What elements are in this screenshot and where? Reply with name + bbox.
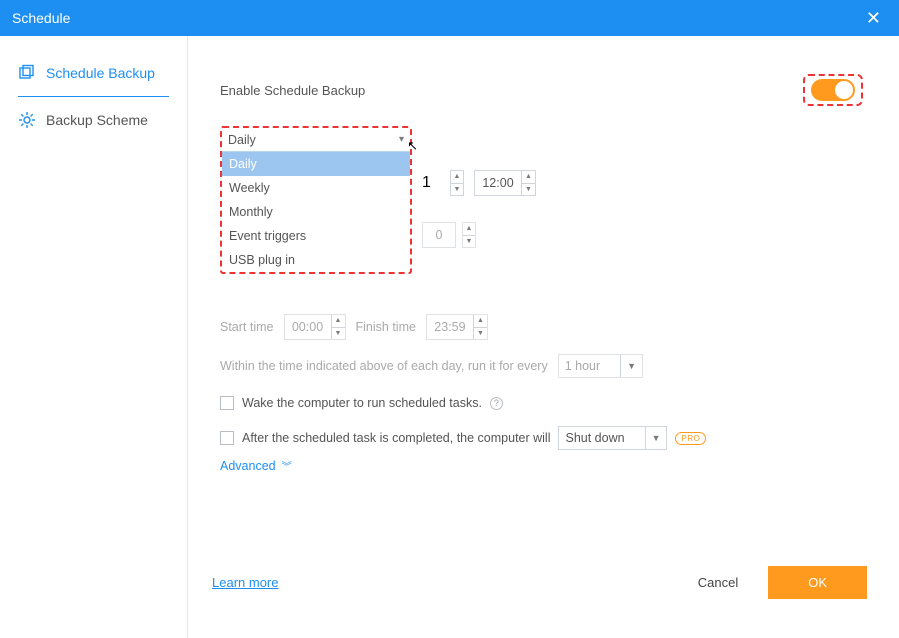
finish-time-value: 23:59 [427,320,473,334]
after-action-value: Shut down [565,431,624,445]
after-row: After the scheduled task is completed, t… [220,426,706,450]
enable-row: Enable Schedule Backup [212,60,871,116]
highlight-frequency-dropdown: Daily ▾ ↖ Daily Weekly Monthly Event tri… [220,126,412,274]
interval-value: 1 hour [565,359,600,373]
finish-time-input[interactable]: 23:59 ▲ ▼ [426,314,488,340]
spinner-down-icon[interactable]: ▼ [451,184,463,196]
sidebar: Schedule Backup Backup Scheme [0,36,188,638]
window-title: Schedule [12,10,860,26]
learn-more-link[interactable]: Learn more [212,575,278,590]
finish-time-label: Finish time [356,320,416,334]
interval-row: Within the time indicated above of each … [220,354,643,378]
spinner-down-icon[interactable]: ▼ [463,236,475,248]
titlebar: Schedule ✕ [0,0,899,36]
spinner-down-icon[interactable]: ▼ [522,184,535,196]
dialog-body: Schedule Backup Backup Scheme Enable Sch… [0,36,899,638]
frequency-option-usb-plugin[interactable]: USB plug in [222,248,410,272]
highlight-toggle [803,74,863,106]
dialog-footer: Learn more Cancel OK [188,554,899,610]
schedule-panel: Enable Schedule Backup Daily ▾ ↖ Daily W… [212,60,871,554]
spinner-up-icon[interactable]: ▲ [522,171,535,184]
start-finish-row: Start time 00:00 ▲ ▼ Finish time 23:59 ▲… [220,314,488,340]
interval-label: Within the time indicated above of each … [220,359,548,373]
cancel-button[interactable]: Cancel [686,567,750,598]
after-checkbox[interactable] [220,431,234,445]
wake-label: Wake the computer to run scheduled tasks… [242,396,482,410]
chevron-down-icon: ▼ [645,427,661,449]
sidebar-item-schedule-backup[interactable]: Schedule Backup [18,50,169,97]
frequency-option-daily[interactable]: Daily [222,152,410,176]
time-row-2: 0 ▲ ▼ [422,222,476,248]
pro-badge: PRO [675,432,706,445]
gear-icon [18,111,36,129]
after-label: After the scheduled task is completed, t… [242,431,550,445]
frequency-select[interactable]: Daily ▾ ↖ [222,128,410,152]
wake-row: Wake the computer to run scheduled tasks… [220,396,503,410]
enable-toggle[interactable] [811,79,855,101]
count-value: 0 [423,228,455,242]
ok-button[interactable]: OK [768,566,867,599]
time2-spinner[interactable]: ▲ ▼ [521,171,535,195]
start-time-value: 00:00 [285,320,331,334]
spinner-down-icon[interactable]: ▼ [474,328,487,340]
stack-icon [18,64,36,82]
frequency-option-event-triggers[interactable]: Event triggers [222,224,410,248]
help-icon[interactable]: ? [490,397,503,410]
start-time-spinner[interactable]: ▲ ▼ [331,315,345,339]
enable-label: Enable Schedule Backup [220,83,365,98]
chevron-down-icon: ▾ [399,134,404,145]
frequency-selected-value: Daily [228,133,256,147]
sidebar-item-label: Schedule Backup [46,65,155,81]
interval-select[interactable]: 1 hour ▼ [558,354,643,378]
main-area: Enable Schedule Backup Daily ▾ ↖ Daily W… [188,36,899,638]
chevron-down-icon: ▼ [620,355,636,377]
advanced-link[interactable]: Advanced ︾ [220,458,292,473]
spinner-up-icon[interactable]: ▲ [474,315,487,328]
start-time-label: Start time [220,320,274,334]
wake-checkbox[interactable] [220,396,234,410]
after-action-select[interactable]: Shut down ▼ [558,426,667,450]
spinner-up-icon[interactable]: ▲ [332,315,345,328]
spinner-down-icon[interactable]: ▼ [332,328,345,340]
toggle-knob [835,81,853,99]
sidebar-item-label: Backup Scheme [46,112,148,128]
close-icon[interactable]: ✕ [860,8,887,29]
time-row-1: 1 ▲ ▼ 12:00 ▲ ▼ [422,170,536,196]
partial-value: 1 [422,174,440,192]
time1-spinner[interactable]: ▲ ▼ [450,170,464,196]
spinner-up-icon[interactable]: ▲ [451,171,463,184]
frequency-option-monthly[interactable]: Monthly [222,200,410,224]
count-spinner[interactable]: ▲ ▼ [462,222,476,248]
count-input[interactable]: 0 [422,222,456,248]
time2-input[interactable]: 12:00 ▲ ▼ [474,170,536,196]
frequency-option-weekly[interactable]: Weekly [222,176,410,200]
spinner-up-icon[interactable]: ▲ [463,223,475,236]
start-time-input[interactable]: 00:00 ▲ ▼ [284,314,346,340]
double-chevron-down-icon: ︾ [282,458,292,473]
advanced-label: Advanced [220,459,276,473]
cursor-icon: ↖ [407,138,418,154]
time2-value: 12:00 [475,176,521,190]
frequency-dropdown-list: Daily Weekly Monthly Event triggers USB … [222,152,410,272]
finish-time-spinner[interactable]: ▲ ▼ [473,315,487,339]
sidebar-item-backup-scheme[interactable]: Backup Scheme [0,97,187,143]
